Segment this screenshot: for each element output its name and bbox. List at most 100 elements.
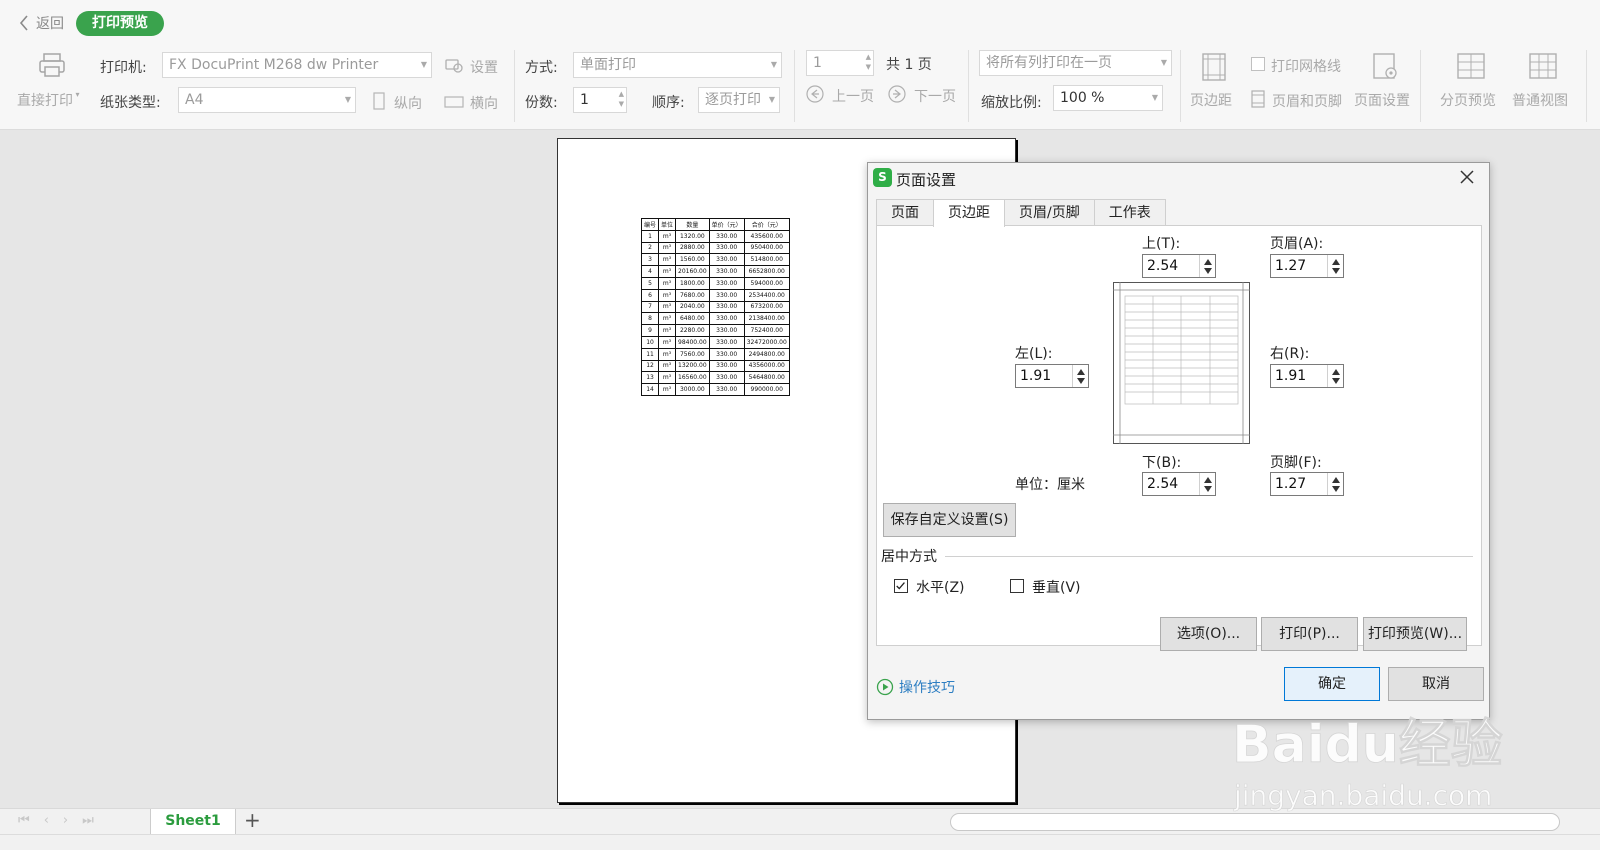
- spinner-icon[interactable]: ▲ ▼: [866, 52, 871, 72]
- page-setup-icon[interactable]: [1370, 52, 1400, 82]
- cancel-button[interactable]: 取消: [1388, 667, 1484, 701]
- preview-table-cell: 3000.00: [675, 383, 710, 396]
- copies-input[interactable]: 1 ▲ ▼: [573, 87, 627, 113]
- tips-label: 操作技巧: [899, 680, 955, 696]
- preview-table-cell: 1320.00: [675, 229, 710, 243]
- margins-button[interactable]: 页边距: [1190, 90, 1232, 110]
- preview-table-cell: 2534400.00: [743, 288, 790, 302]
- preview-table-cell: 7560.00: [675, 347, 710, 361]
- preview-table-cell: 330.00: [708, 335, 745, 349]
- preview-table-cell: m³: [658, 359, 677, 373]
- spinner-icon[interactable]: [1327, 255, 1343, 277]
- play-circle-icon: [876, 678, 894, 696]
- tab-margins[interactable]: 页边距: [933, 199, 1005, 227]
- preview-table-row: 5 m³ 1800.00 330.00 594000.00: [640, 276, 790, 290]
- paper-type-select[interactable]: A4 ▼: [178, 87, 356, 113]
- bottom-margin-input[interactable]: 2.54: [1142, 472, 1216, 496]
- landscape-button[interactable]: 横向: [470, 93, 498, 113]
- add-sheet-button[interactable]: +: [244, 808, 261, 832]
- preview-table-cell: 11: [640, 347, 660, 361]
- page-break-preview-button[interactable]: 分页预览: [1440, 90, 1496, 110]
- header-footer-button[interactable]: 页眉和页脚: [1272, 91, 1342, 111]
- top-margin-input[interactable]: 2.54: [1142, 254, 1216, 278]
- margins-panel: 上(T): 2.54 页眉(A): 1.27 左(L): 1.91 右(R): …: [876, 225, 1482, 651]
- preview-table-cell: 3: [640, 253, 660, 267]
- horizontal-center-label: 水平(Z): [916, 580, 965, 596]
- options-button[interactable]: 选项(O)...: [1160, 617, 1257, 651]
- preview-table-cell: 2040.00: [675, 300, 710, 314]
- unit-label: 单位：厘米: [1015, 477, 1085, 493]
- order-select[interactable]: 逐页打印 ▼: [698, 87, 780, 113]
- preview-table-cell: 330.00: [708, 288, 745, 302]
- preview-table-cell: m³: [658, 383, 677, 396]
- preview-table-cell: m³: [658, 253, 677, 267]
- normal-view-button[interactable]: 普通视图: [1512, 90, 1568, 110]
- tab-header-footer[interactable]: 页眉/页脚: [1004, 199, 1095, 226]
- spinner-icon[interactable]: [1072, 365, 1088, 387]
- preview-table-row: 6 m³ 7680.00 330.00 2534400.00: [640, 288, 790, 302]
- print-button[interactable]: 打印(P)...: [1261, 617, 1358, 651]
- spinner-icon[interactable]: [1199, 255, 1215, 277]
- tab-page[interactable]: 页面: [876, 199, 934, 226]
- portrait-button[interactable]: 纵向: [394, 93, 422, 113]
- preview-table-cell: 2280.00: [675, 324, 710, 337]
- spinner-icon[interactable]: [1327, 473, 1343, 495]
- header-footer-icon: [1251, 90, 1265, 108]
- tab-sheet[interactable]: 工作表: [1093, 199, 1166, 226]
- zoom-value: 100 %: [1060, 90, 1105, 106]
- preview-table-row: 8 m³ 6480.00 330.00 2138400.00: [640, 312, 790, 326]
- fit-mode-select[interactable]: 将所有列打印在一页 ▼: [979, 50, 1172, 76]
- spinner-icon[interactable]: [1327, 365, 1343, 387]
- back-button[interactable]: 返回: [18, 13, 64, 33]
- left-margin-input[interactable]: 1.91: [1015, 364, 1089, 388]
- ok-button[interactable]: 确定: [1284, 667, 1380, 701]
- right-margin-input[interactable]: 1.91: [1270, 364, 1344, 388]
- tips-link[interactable]: 操作技巧: [876, 677, 955, 697]
- zoom-select[interactable]: 100 % ▼: [1053, 85, 1163, 111]
- preview-table-cell: 330.00: [708, 300, 745, 314]
- preview-table-cell: 990000.00: [743, 383, 790, 396]
- normal-view-icon[interactable]: [1528, 52, 1558, 80]
- print-gridlines-checkbox[interactable]: [1251, 57, 1265, 71]
- settings-icon[interactable]: [444, 56, 464, 74]
- sheet-tab-sheet1[interactable]: Sheet1: [150, 809, 236, 835]
- margin-preview-diagram: [1113, 282, 1250, 444]
- vertical-center-label: 垂直(V): [1032, 580, 1081, 596]
- header-margin-input[interactable]: 1.27: [1270, 254, 1344, 278]
- print-mode-select[interactable]: 单面打印 ▼: [573, 52, 782, 78]
- preview-data-table: 编号 单位 数量 单价（元） 合价（元） 1 m³ 1320.00 330.00 435600.…: [640, 218, 790, 396]
- printer-settings-button[interactable]: 设置: [470, 57, 498, 77]
- close-icon[interactable]: [1457, 167, 1477, 187]
- preview-table-cell: m³: [658, 288, 677, 302]
- left-margin-label: 左(L):: [1015, 346, 1053, 362]
- save-custom-settings-button[interactable]: 保存自定义设置(S): [883, 503, 1016, 537]
- footer-margin-input[interactable]: 1.27: [1270, 472, 1344, 496]
- preview-table-cell: 330.00: [708, 241, 745, 255]
- printer-select[interactable]: FX DocuPrint M268 dw Printer ▼: [162, 52, 432, 78]
- print-preview-button[interactable]: 打印预览(W)...: [1363, 617, 1467, 651]
- preview-table-header: 单位: [658, 218, 677, 231]
- page-setup-button[interactable]: 页面设置: [1354, 90, 1410, 110]
- preview-table-cell: m³: [658, 347, 677, 361]
- left-margin-value: 1.91: [1020, 368, 1052, 384]
- next-page-button[interactable]: 下一页: [914, 86, 956, 106]
- wps-spreadsheet-logo-icon: S: [873, 168, 892, 187]
- preview-table-row: 11 m³ 7560.00 330.00 2494800.00: [640, 347, 790, 361]
- dialog-title: 页面设置: [896, 171, 957, 189]
- horizontal-center-checkbox[interactable]: [894, 579, 908, 593]
- print-mode-value: 单面打印: [580, 57, 636, 73]
- preview-table-cell: 6480.00: [675, 312, 710, 326]
- sheet-nav-arrows-icon[interactable]: ⏮‹›⏭: [18, 813, 108, 828]
- preview-table-cell: m³: [658, 300, 677, 314]
- vertical-center-checkbox[interactable]: [1010, 579, 1024, 593]
- spinner-icon[interactable]: ▲ ▼: [619, 89, 624, 109]
- order-label: 顺序:: [652, 95, 685, 111]
- margins-icon[interactable]: [1200, 52, 1228, 82]
- printer-icon[interactable]: [38, 52, 66, 78]
- page-number-input[interactable]: 1 ▲ ▼: [806, 50, 874, 76]
- page-break-preview-icon[interactable]: [1456, 52, 1486, 80]
- direct-print-button[interactable]: 直接打印 ▾: [17, 90, 80, 110]
- spinner-icon[interactable]: [1199, 473, 1215, 495]
- prev-page-button[interactable]: 上一页: [832, 86, 874, 106]
- preview-table-cell: 435600.00: [743, 229, 790, 243]
